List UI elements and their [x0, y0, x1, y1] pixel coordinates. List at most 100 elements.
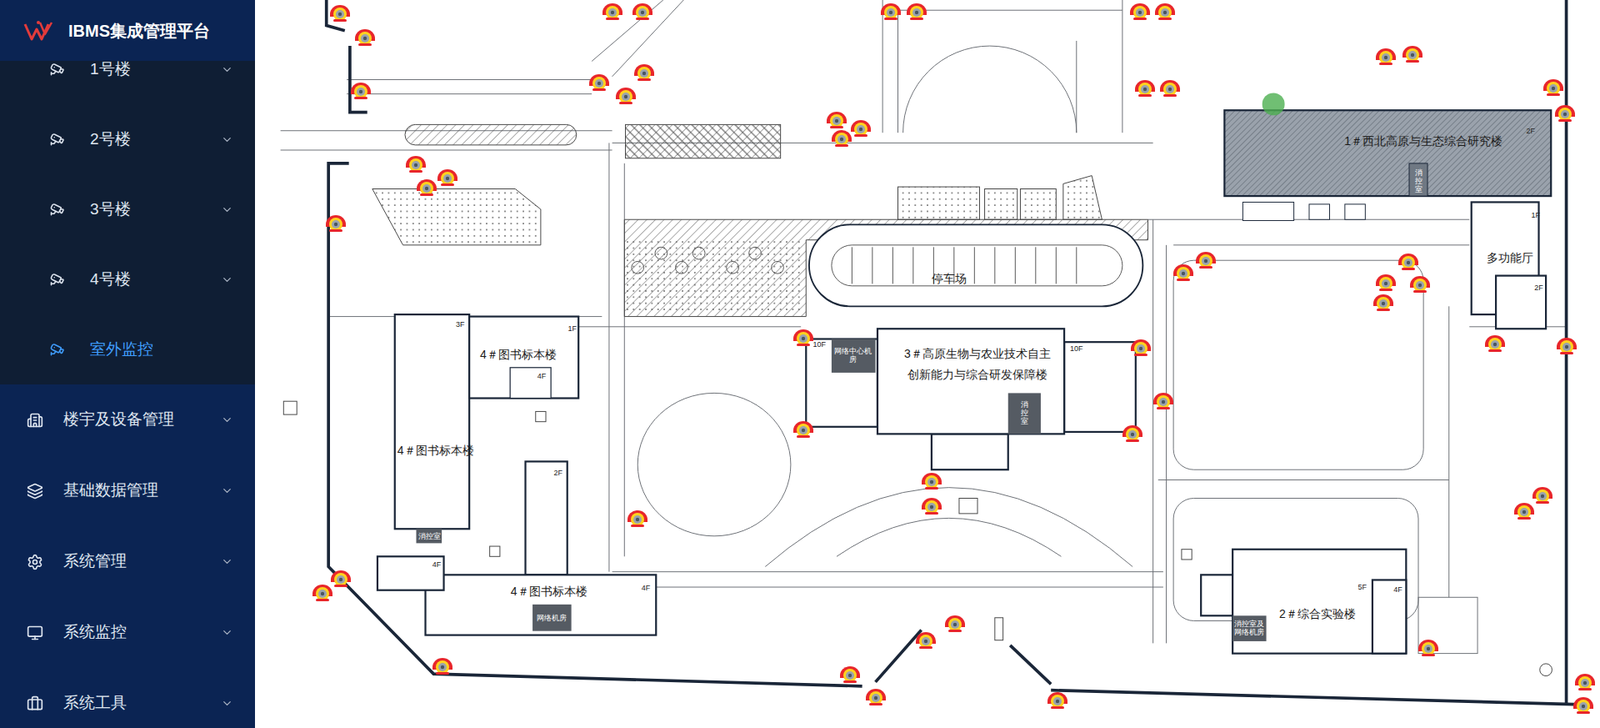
camera-icon[interactable] [630, 0, 655, 21]
menu-icon [26, 411, 44, 429]
camera-icon [50, 201, 65, 217]
camera-icon[interactable] [914, 629, 938, 650]
building-label: 4＃图书标本楼 [480, 347, 557, 362]
menu-icon [26, 624, 44, 641]
camera-icon[interactable] [1045, 689, 1070, 710]
camera-icon[interactable] [310, 581, 335, 602]
camera-icon[interactable] [1153, 0, 1177, 21]
camera-icon[interactable] [849, 117, 873, 138]
camera-icon[interactable] [1416, 636, 1440, 657]
camera-icon[interactable] [329, 567, 353, 588]
camera-icon[interactable] [1408, 273, 1432, 294]
camera-icon[interactable] [1128, 0, 1152, 21]
map-view[interactable]: 1＃西北高原与生态综合研究楼2F消控室多功能厅1F2F停车场3＃高原生物与农业技… [255, 0, 1600, 728]
camera-icon[interactable] [920, 495, 944, 515]
floor-label: 4F [432, 560, 442, 569]
room-label: 消控室 [1415, 169, 1423, 195]
camera-icon[interactable] [404, 153, 428, 174]
camera-icon[interactable] [1571, 694, 1595, 715]
camera-icon[interactable] [1194, 249, 1218, 270]
camera-icon[interactable] [328, 2, 352, 23]
roads [280, 0, 1567, 654]
building-label: 多功能厅 [1486, 250, 1534, 265]
camera-icon[interactable] [864, 685, 888, 706]
camera-icon[interactable] [791, 418, 815, 439]
floor-label: 10F [812, 340, 826, 348]
submenu-item[interactable]: 3号楼 [0, 174, 255, 245]
camera-icon[interactable] [430, 655, 455, 675]
camera-icon[interactable] [349, 80, 373, 100]
camera-icon[interactable] [1374, 45, 1398, 66]
sidebar-header[interactable]: IBMS集成管理平台 [0, 0, 255, 61]
camera-icon[interactable] [324, 212, 348, 233]
building-label: 4＃图书标本楼 [397, 443, 475, 458]
camera-icon[interactable] [1120, 422, 1145, 443]
camera-icon[interactable] [353, 26, 377, 47]
submenu: 1号楼2号楼3号楼4号楼室外监控 [0, 34, 255, 385]
camera-icon[interactable] [625, 507, 650, 528]
camera-icon [50, 271, 65, 287]
camera-icon[interactable] [905, 0, 929, 21]
camera-icon[interactable] [838, 663, 862, 684]
floor-label: 5F [1357, 583, 1367, 591]
site-boundary [326, 0, 1582, 705]
chevron-icon [220, 413, 234, 426]
chevron-icon [220, 273, 234, 286]
submenu-item[interactable]: 4号楼 [0, 244, 255, 315]
logo-icon [23, 19, 57, 43]
camera-icon[interactable] [1541, 76, 1565, 97]
camera-icon[interactable] [1171, 261, 1195, 282]
camera-icon[interactable] [1483, 332, 1507, 353]
camera-icon[interactable] [1555, 335, 1579, 355]
camera-icon[interactable] [587, 71, 611, 92]
camera-icon[interactable] [1151, 390, 1175, 410]
camera-icon[interactable] [791, 326, 815, 347]
submenu-item[interactable]: 2号楼 [0, 104, 255, 175]
chevron-icon [220, 203, 234, 216]
app-title: IBMS集成管理平台 [68, 18, 210, 44]
camera-icon[interactable] [1530, 484, 1555, 505]
camera-icon[interactable] [1371, 291, 1395, 312]
camera-icon[interactable] [1158, 77, 1182, 98]
camera-icon[interactable] [435, 166, 460, 187]
chevron-icon [220, 63, 234, 76]
room-label: 网络机房 [535, 613, 570, 622]
camera-icon[interactable] [825, 109, 849, 130]
chevron-icon [220, 133, 234, 146]
camera-icon[interactable] [920, 470, 944, 490]
menu-item[interactable]: 楼宇及设备管理 [0, 384, 255, 455]
menu-icon [26, 553, 44, 570]
menu-label: 系统工具 [63, 690, 127, 715]
floor-label: 4F [1393, 585, 1403, 593]
camera-icon[interactable] [600, 0, 625, 21]
building-4 [283, 314, 656, 635]
camera-icon[interactable] [1553, 102, 1577, 123]
camera-icon[interactable] [1129, 336, 1153, 357]
camera-icon[interactable] [415, 176, 439, 197]
camera-icon[interactable] [1374, 271, 1398, 292]
camera-icon[interactable] [1573, 670, 1597, 691]
parking-lot [809, 224, 1143, 306]
floor-label: 4F [537, 371, 547, 380]
camera-icon[interactable] [614, 85, 638, 105]
submenu-label: 2号楼 [90, 127, 131, 152]
menu-item[interactable]: 系统工具 [0, 667, 255, 728]
submenu-item[interactable]: 室外监控 [0, 314, 255, 385]
camera-icon[interactable] [1133, 77, 1157, 98]
camera-icon[interactable] [943, 612, 967, 633]
camera-icon[interactable] [1400, 43, 1425, 64]
camera-icon[interactable] [830, 127, 854, 148]
building-label: 2＃综合实验楼 [1279, 606, 1356, 621]
menu-label: 系统监控 [63, 620, 127, 645]
menu-item[interactable]: 基础数据管理 [0, 455, 255, 526]
building-label: 停车场 [931, 271, 967, 286]
camera-icon[interactable] [1512, 500, 1536, 520]
camera-icon[interactable] [632, 61, 656, 82]
camera-icon[interactable] [879, 0, 903, 21]
room-label: 消控室及网络机房 [1232, 619, 1265, 637]
room-label: 网络中心机房 [832, 346, 874, 365]
menu-item[interactable]: 系统监控 [0, 596, 255, 668]
app: IBMS集成管理平台1号楼2号楼3号楼4号楼室外监控楼宇及设备管理基础数据管理系… [0, 0, 1600, 728]
camera-icon[interactable] [1396, 250, 1420, 271]
menu-item[interactable]: 系统管理 [0, 525, 255, 597]
